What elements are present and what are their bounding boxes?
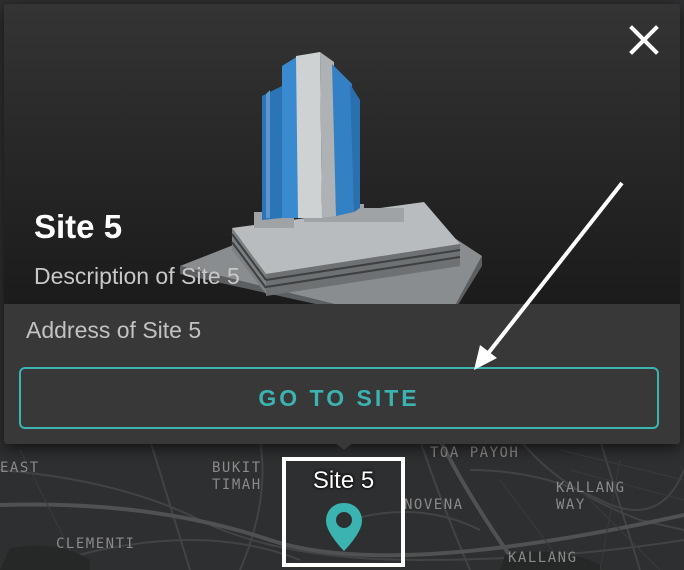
map-label-kallang-way: KALLANG WAY	[556, 480, 626, 513]
site-description: Description of Site 5	[34, 263, 240, 289]
go-to-site-button[interactable]: GO TO SITE	[19, 367, 659, 429]
site-title: Site 5	[34, 208, 123, 245]
site-popup: Site 5 Description of Site 5 Address of …	[4, 4, 680, 444]
map-label-toa-payoh: TOA PAYOH	[430, 445, 520, 461]
close-button[interactable]	[626, 22, 662, 58]
site-preview-image: Site 5 Description of Site 5	[4, 4, 680, 304]
map-label-kallang: KALLANG	[508, 550, 578, 566]
site-marker-highlight: Site 5	[282, 457, 405, 567]
building-model	[180, 52, 482, 304]
marker-label: Site 5	[312, 467, 375, 494]
close-icon	[629, 25, 659, 55]
map-label-east: EAST	[0, 460, 40, 476]
map-label-novena: NOVENA	[404, 497, 464, 513]
map-label-clementi: CLEMENTI	[56, 536, 136, 552]
map-pin-icon[interactable]	[324, 501, 364, 553]
popup-pointer	[332, 440, 356, 450]
map-label-bukit-timah: BUKIT TIMAH	[212, 460, 262, 493]
site-address: Address of Site 5	[26, 317, 202, 343]
